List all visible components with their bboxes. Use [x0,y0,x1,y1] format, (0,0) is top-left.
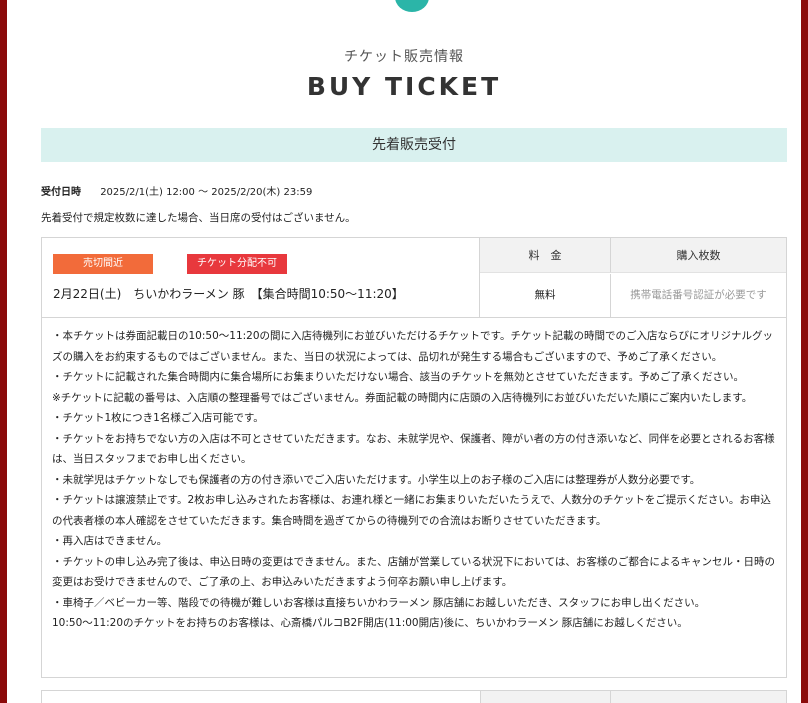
price-value: 無料 [480,274,611,317]
ticket-notes: ・本チケットは券面記載日の10:50〜11:20の間に入店待機列にお並びいただけ… [52,326,780,634]
note-line: ・本チケットは券面記載日の10:50〜11:20の間に入店待機列にお並びいただけ… [52,330,773,363]
note-line: ・チケットは譲渡禁止です。2枚お申し込みされたお客様は、お連れ様と一緒にお集まり… [52,494,771,527]
reception-period-label: 受付日時 [41,187,81,198]
section-header: 先着販売受付 [41,128,787,162]
ticket-info-cell: 売切間近 チケット分配不可 2月22日(土) ちいかわラーメン 豚 【集合時間1… [42,238,480,317]
next-price-header [480,691,611,703]
first-come-notice: 先着受付で規定枚数に達した場合、当日席の受付はございません。 [41,212,356,224]
ticket-header-row: 売切間近 チケット分配不可 2月22日(土) ちいかわラーメン 豚 【集合時間1… [42,238,786,318]
page-subtitle: チケット販売情報 [344,49,464,65]
phone-verification-required: 携帯電話番号認証が必要です [630,289,767,301]
quantity-column-header: 購入枚数 [611,238,786,273]
note-line: ・チケットをお持ちでない方の入店は不可とさせていただきます。なお、未就学児や、保… [52,432,775,466]
note-line: ・チケットに記載された集合時間内に集合場所にお集まりいただけない場合、該当のチケ… [52,371,744,383]
next-quantity-header [611,691,786,703]
note-line: ・車椅子／ベビーカー等、階段での待機が難しいお客様は直接ちいかわラーメン 豚店舗… [52,596,706,609]
reception-period: 受付日時 2025/2/1(土) 12:00 〜 2025/2/20(木) 23… [41,183,312,198]
note-line: ・チケットの申し込み完了後は、申込日時の変更はできません。また、店舗が営業してい… [52,555,776,589]
note-line: ・未就学児はチケットなしでも保護者の方の付き添いでご入店いただけます。小学生以上… [52,473,701,486]
reception-period-value: 2025/2/1(土) 12:00 〜 2025/2/20(木) 23:59 [100,187,313,198]
soldout-soon-badge: 売切間近 [53,254,153,274]
next-ticket-card [41,690,787,703]
page-title: BUY TICKET [306,72,502,101]
note-line: 10:50〜11:20のチケットをお持ちのお客様は、心斎橋パルコB2F開店(11… [52,617,688,629]
ticket-name: 2月22日(土) ちいかわラーメン 豚 【集合時間10:50〜11:20】 [53,287,404,301]
top-circle-icon [395,0,429,12]
note-line: ・再入店はできません。 [52,535,168,547]
note-line: ※チケットに記載の番号は、入店順の整理番号ではございません。券面記載の時間内に店… [52,391,753,404]
note-line: ・チケット1枚につき1名様ご入店可能です。 [52,412,264,424]
page-frame: チケット販売情報 BUY TICKET 先着販売受付 受付日時 2025/2/1… [7,0,801,703]
price-column-header: 料 金 [480,238,611,273]
no-distribution-badge: チケット分配不可 [187,254,287,274]
ticket-card: 売切間近 チケット分配不可 2月22日(土) ちいかわラーメン 豚 【集合時間1… [41,237,787,678]
